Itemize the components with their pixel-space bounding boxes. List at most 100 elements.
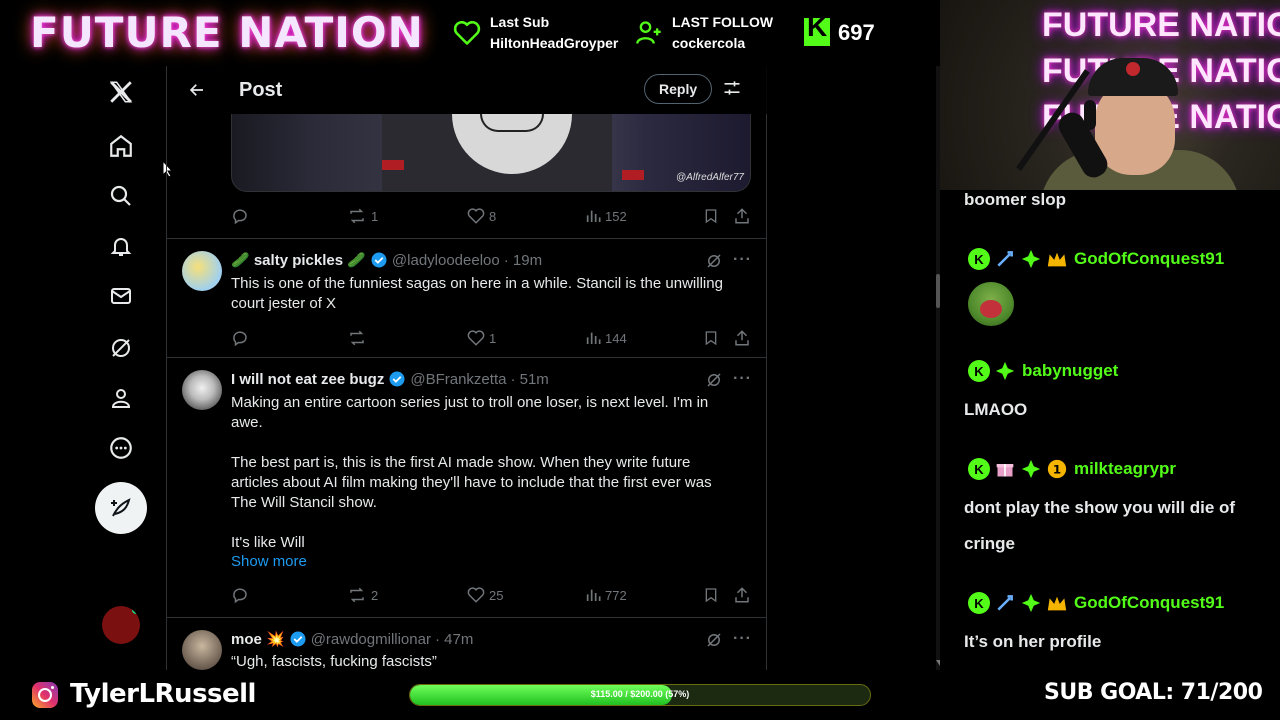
tweet-time[interactable]: · 19m [504,252,542,269]
media-watermark: @AlfredAlfer77 [676,172,744,183]
messages-mail-icon[interactable] [103,278,139,314]
like-heart-icon [467,208,485,224]
bookmark-icon[interactable] [703,329,719,347]
like-button[interactable]: 25 [467,586,503,604]
months-badge-icon: 1 [1046,458,1068,480]
tweet-header: I will not eat zee bugz @BFrankzetta · 5… [231,370,549,388]
bookmark-icon[interactable] [703,586,719,604]
reply-icon[interactable] [231,329,249,347]
sub-goal-text: SUB GOAL: 71/200 [1044,680,1263,705]
neon-sign-text: FUTURE NATION [1042,6,1280,44]
chat-message-text: LMAOO [964,400,1028,419]
tweet-header: 🥒 salty pickles 🥒 @ladyloodeeloo · 19m [231,251,542,270]
grok-explain-icon[interactable] [705,371,725,391]
share-icon[interactable] [733,207,751,225]
verified-badge-icon [371,252,387,268]
views-chart-icon [586,210,601,222]
tweet-time[interactable]: · 47m [435,631,473,648]
reply-tweet[interactable]: I will not eat zee bugz @BFrankzetta · 5… [167,358,767,616]
share-icon[interactable] [733,586,751,604]
reply-tweet[interactable]: 🥒 salty pickles 🥒 @ladyloodeeloo · 19m ·… [167,239,767,357]
account-avatar[interactable] [102,606,140,644]
page-title: Post [239,78,283,101]
chat-username[interactable]: milkteagrypr [1074,459,1176,479]
share-icon[interactable] [733,329,751,347]
instagram-icon [32,682,58,708]
main-post-actions: 1 8 152 [231,206,751,226]
chat-username[interactable]: GodOfConquest91 [1074,249,1224,269]
search-icon[interactable] [103,178,139,214]
tweet-more-icon[interactable]: ··· [733,251,752,269]
repost-icon [350,208,364,224]
last-sub-name: HiltonHeadGroyper [490,35,619,51]
bookmark-icon[interactable] [703,207,719,225]
kick-logo-icon [804,16,830,46]
tweet-more-icon[interactable]: ··· [733,630,752,648]
kick-badge-icon: K [968,592,990,614]
repost-button[interactable]: 2 [347,586,378,604]
back-arrow-icon[interactable] [179,72,215,108]
cartoon-badge [382,160,404,170]
views-button[interactable]: 152 [585,208,627,224]
reply-tweet[interactable]: moe 💥 @rawdogmillionar · 47m ··· “Ugh, f… [167,618,767,670]
x-app-window: Post Reply @AlfredAlfer77 1 8 152 🥒 salt… [0,66,940,670]
tweet-text: Making an entire cartoon series just to … [231,394,712,551]
profile-icon[interactable] [103,380,139,416]
x-logo-icon[interactable] [103,74,139,110]
donation-goal-bar: $115.00 / $200.00 (57%) [409,684,871,706]
gem-badge-icon [1020,248,1042,270]
home-icon[interactable] [103,128,139,164]
sort-replies-icon[interactable] [722,78,744,100]
chat-username[interactable]: babynugget [1022,361,1118,381]
x-left-nav [90,66,152,670]
tweet-text: “Ugh, fascists, fucking fascists” [231,653,437,670]
reply-button[interactable]: Reply [644,74,713,104]
view-count: 144 [605,330,627,346]
chat-message-text: dont play the show you will die of cring… [964,498,1236,553]
post-header: Post Reply [167,66,767,114]
user-handle[interactable]: @ladyloodeeloo [392,252,500,269]
more-options-icon[interactable] [103,430,139,466]
views-chart-icon [586,332,601,344]
view-count: 772 [605,587,627,603]
tweet-more-icon[interactable]: ··· [733,370,752,388]
repost-button[interactable] [347,329,367,347]
user-avatar[interactable] [182,630,222,670]
display-name[interactable]: moe 💥 [231,630,285,648]
gem-badge-icon [994,360,1016,382]
post-media-image[interactable]: @AlfredAlfer77 [231,114,751,192]
gem-badge-icon [1020,592,1042,614]
user-handle[interactable]: @BFrankzetta [410,371,506,388]
user-avatar[interactable] [182,251,222,291]
reply-icon[interactable] [231,207,249,225]
grok-explain-icon[interactable] [705,252,725,272]
sword-badge-icon [994,248,1016,270]
compose-post-button[interactable] [95,482,147,534]
tweet-time[interactable]: · 51m [510,371,548,388]
crown-badge-icon [1046,592,1068,614]
views-button[interactable]: 144 [585,330,627,346]
views-button[interactable]: 772 [585,587,627,603]
display-name[interactable]: 🥒 salty pickles 🥒 [231,251,366,269]
last-follow-name: cockercola [672,35,746,51]
display-name[interactable]: I will not eat zee bugz [231,371,384,388]
grok-explain-icon[interactable] [705,631,725,651]
grok-icon[interactable] [103,330,139,366]
tweet-header: moe 💥 @rawdogmillionar · 47m [231,630,473,649]
last-follow-label: LAST FOLLOW [672,14,774,30]
chat-message-text: It’s on her profile [964,632,1102,651]
reply-icon[interactable] [231,586,249,604]
like-button[interactable]: 1 [467,329,496,347]
like-count: 1 [489,330,497,346]
notifications-bell-icon[interactable] [103,228,139,264]
tweet-actions: 1 144 [231,328,751,348]
show-more-link[interactable]: Show more [231,553,307,570]
like-count: 8 [489,208,497,224]
chat-username[interactable]: GodOfConquest91 [1074,593,1224,613]
svg-text:1: 1 [1053,463,1061,477]
repost-button[interactable]: 1 [347,207,378,225]
add-user-icon [634,18,664,48]
user-avatar[interactable] [182,370,222,410]
like-button[interactable]: 8 [467,207,496,225]
user-handle[interactable]: @rawdogmillionar [311,631,431,648]
